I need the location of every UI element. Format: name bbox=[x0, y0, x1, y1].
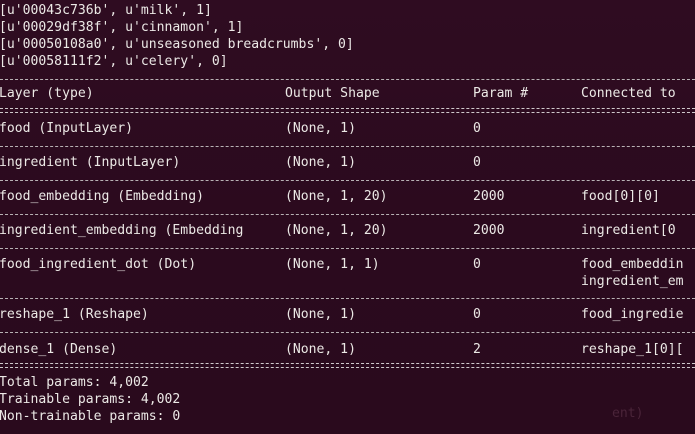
pair-line: [u'00029df38f', u'cinnamon', 1] bbox=[0, 20, 244, 35]
row-output-shape: (None, 1, 1) bbox=[285, 257, 380, 272]
row-divider bbox=[0, 214, 695, 215]
background-ghost-text: ent) bbox=[612, 406, 644, 421]
row-connected-to: food[0][0] bbox=[581, 189, 660, 204]
row-layer: food_ingredient_dot (Dot) bbox=[0, 257, 197, 272]
non-trainable-params: Non-trainable params: 0 bbox=[0, 409, 181, 424]
trainable-params: Trainable params: 4,002 bbox=[0, 392, 181, 407]
row-output-shape: (None, 1) bbox=[285, 307, 356, 322]
row-layer: dense_1 (Dense) bbox=[0, 342, 118, 357]
table-row: food_embedding (Embedding) (None, 1, 20)… bbox=[0, 188, 660, 205]
pair-line: [u'00058111f2', u'celery', 0] bbox=[0, 54, 228, 69]
total-params: Total params: 4,002 bbox=[0, 375, 149, 390]
row-param: 0 bbox=[473, 307, 481, 322]
row-divider bbox=[0, 146, 695, 147]
table-top-rule bbox=[0, 79, 695, 80]
header-param: Param # bbox=[473, 86, 529, 101]
table-row: reshape_1 (Reshape) (None, 1) 0 food_ing… bbox=[0, 306, 683, 323]
table-row: food (InputLayer) (None, 1) 0 bbox=[0, 120, 481, 137]
header-layer: Layer (type) bbox=[0, 86, 94, 101]
row-output-shape: (None, 1) bbox=[285, 121, 356, 136]
row-output-shape: (None, 1, 20) bbox=[285, 223, 388, 238]
pair-line: [u'00043c736b', u'milk', 1] bbox=[0, 3, 212, 18]
row-param: 0 bbox=[473, 155, 481, 170]
row-layer: ingredient (InputLayer) bbox=[0, 155, 181, 170]
row-layer: ingredient_embedding (Embedding bbox=[0, 223, 244, 238]
row-connected-to: food_embeddin bbox=[581, 257, 684, 272]
table-header: Layer (type) Output Shape Param # Connec… bbox=[0, 85, 676, 102]
row-layer: reshape_1 (Reshape) bbox=[0, 307, 149, 322]
row-divider bbox=[0, 248, 695, 249]
row-param: 2 bbox=[473, 342, 481, 357]
table-row: food_ingredient_dot (Dot) (None, 1, 1) 0… bbox=[0, 256, 683, 273]
row-divider bbox=[0, 298, 695, 299]
pair-line: [u'00050108a0', u'unseasoned breadcrumbs… bbox=[0, 37, 354, 52]
row-output-shape: (None, 1) bbox=[285, 342, 356, 357]
row-layer: food_embedding (Embedding) bbox=[0, 189, 204, 204]
footer-double-rule bbox=[0, 363, 695, 368]
header-output-shape: Output Shape bbox=[285, 86, 380, 101]
row-layer: food (InputLayer) bbox=[0, 121, 134, 136]
table-row: ingredient_embedding (Embedding (None, 1… bbox=[0, 222, 676, 239]
table-row: ingredient (InputLayer) (None, 1) 0 bbox=[0, 154, 481, 171]
row-param: 0 bbox=[473, 121, 481, 136]
header-double-rule bbox=[0, 108, 695, 113]
row-output-shape: (None, 1, 20) bbox=[285, 189, 388, 204]
header-connected-to: Connected to bbox=[581, 86, 676, 101]
table-row-continuation: ingredient_em bbox=[0, 273, 683, 290]
terminal-window[interactable]: ent) [u'00043c736b', u'milk', 1] [u'0002… bbox=[0, 0, 695, 434]
row-output-shape: (None, 1) bbox=[285, 155, 356, 170]
row-connected-to: food_ingredie bbox=[581, 307, 684, 322]
row-param: 2000 bbox=[473, 223, 505, 238]
row-connected-to: ingredient[0 bbox=[581, 223, 676, 238]
row-param: 0 bbox=[473, 257, 481, 272]
table-row: dense_1 (Dense) (None, 1) 2 reshape_1[0]… bbox=[0, 341, 683, 358]
row-connected-to: ingredient_em bbox=[581, 274, 684, 289]
row-param: 2000 bbox=[473, 189, 505, 204]
row-connected-to: reshape_1[0][ bbox=[581, 342, 684, 357]
row-divider bbox=[0, 180, 695, 181]
row-divider bbox=[0, 332, 695, 333]
